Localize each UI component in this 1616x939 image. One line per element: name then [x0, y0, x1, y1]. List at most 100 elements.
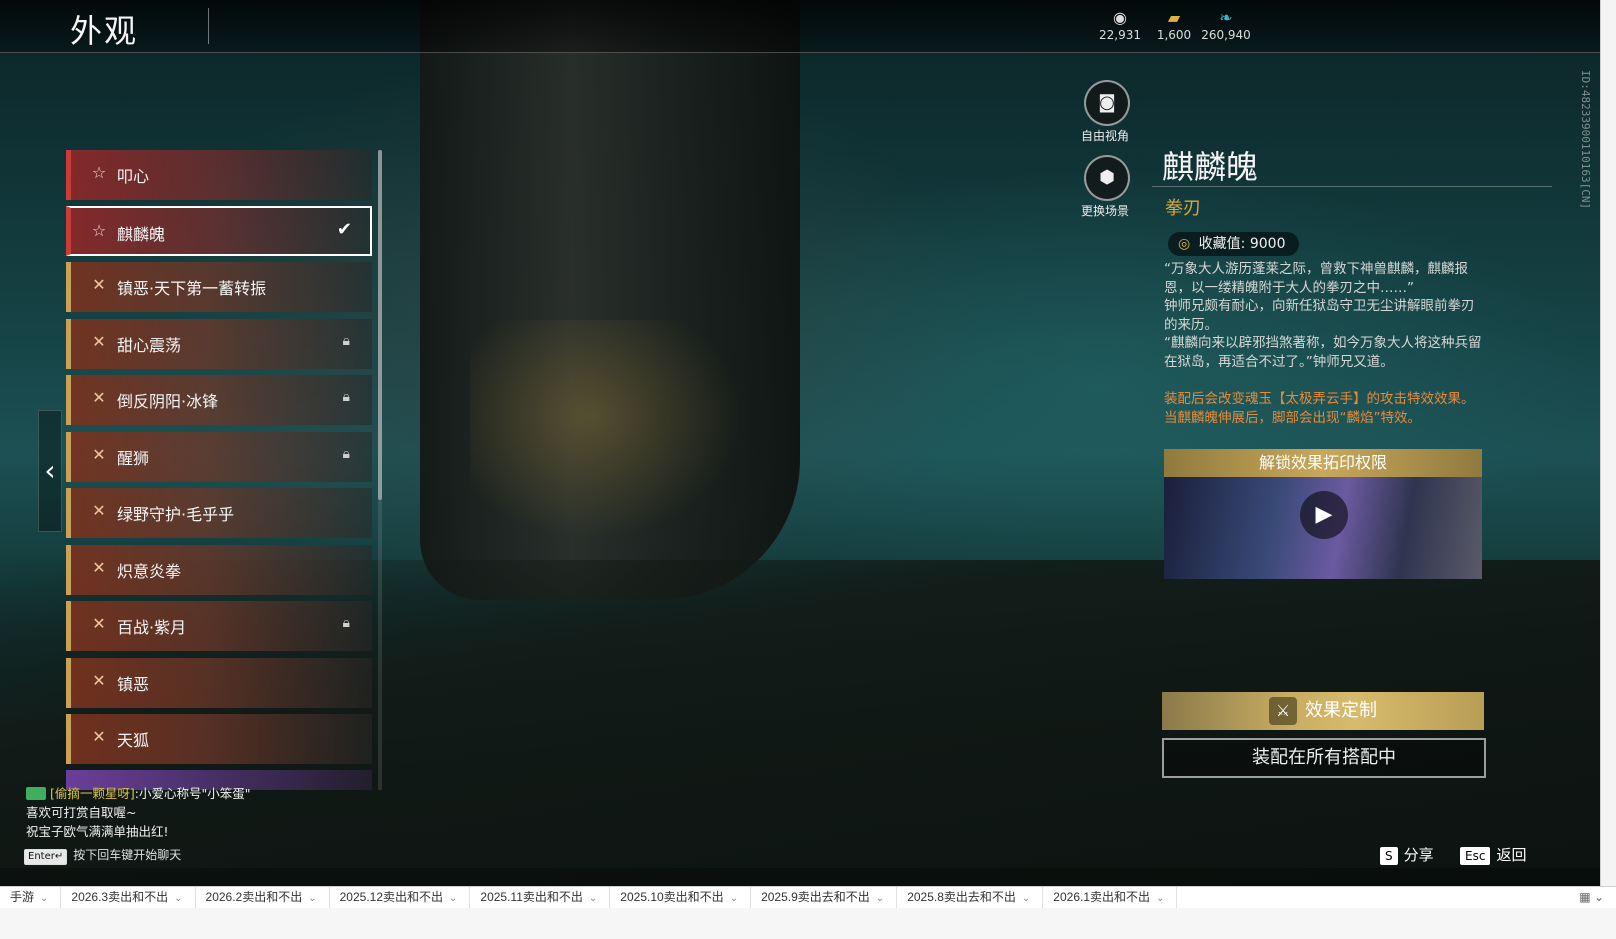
list-scrollbar-thumb[interactable]	[378, 150, 382, 500]
back-key: Esc	[1460, 847, 1491, 865]
sheet-tab-label: 2025.11卖出和不出	[480, 890, 583, 904]
list-item-label: 镇恶	[117, 675, 150, 694]
change-scene-label: 更换场景	[1080, 204, 1129, 218]
equip-all-button[interactable]: 装配在所有搭配中	[1162, 738, 1486, 778]
cross-icon: ✕	[92, 275, 106, 294]
sheet-menu-icon[interactable]: ▦ ⌄	[1579, 887, 1604, 907]
chevron-down-icon: ⌄	[449, 893, 458, 904]
currency-gold: ▰ 1,600	[1154, 8, 1194, 42]
list-item[interactable]: ✕ 镇恶	[66, 658, 372, 708]
boot-gold-trim	[470, 320, 770, 560]
sheet-tab[interactable]: 2026.2卖出和不出 ⌄	[196, 887, 330, 909]
back-hotkey[interactable]: Esc 返回	[1460, 844, 1526, 865]
enter-key-badge: Enter↵	[24, 849, 68, 865]
currency-spiral: ◉ 22,931	[1098, 8, 1142, 42]
list-item-label: 天狐	[117, 731, 150, 750]
lock-icon: 🔒︎	[342, 446, 350, 462]
sheet-tab[interactable]: 手游 ⌄	[0, 887, 62, 909]
cross-icon: ✕	[92, 558, 106, 577]
chevron-down-icon: ⌄	[1021, 893, 1031, 904]
list-item[interactable]: ✕ 炽意炎拳	[66, 545, 372, 595]
back-label: 返回	[1496, 846, 1527, 864]
list-item-label: 麒麟魄	[117, 225, 166, 244]
sheet-tab-label: 2025.9卖出去和不出	[761, 890, 870, 904]
appearance-list: ☆ 叩心 ☆ 麒麟魄 ✔ ✕ 镇恶·天下第一蓄转振 ✕ 甜心震荡 🔒︎ ✕ 倒反…	[66, 150, 382, 790]
sheet-tab-label: 2026.2卖出和不出	[205, 890, 303, 904]
cross-icon: ✕	[92, 501, 106, 520]
free-view-button[interactable]: ◙	[1084, 80, 1130, 126]
lock-icon: 🔒︎	[342, 615, 350, 631]
sheet-tab[interactable]: 2025.8卖出去和不出 ⌄	[897, 887, 1044, 909]
spreadsheet-footer	[0, 908, 1616, 939]
camera-icon: ◙	[1098, 92, 1116, 113]
share-key: S	[1380, 847, 1398, 865]
currency-spiral-value: 22,931	[1099, 28, 1141, 42]
unlock-effect-header: 解锁效果拓印权限	[1164, 449, 1482, 477]
list-item-label: 绿野守护·毛乎乎	[117, 505, 235, 524]
currency-jade-value: 260,940	[1201, 28, 1251, 42]
currency-gold-value: 1,600	[1156, 28, 1192, 42]
chat-hint-text: 按下回车键开始聊天	[73, 848, 182, 862]
collection-value: 9000	[1249, 236, 1286, 252]
chat-sender[interactable]: [偷摘一颗星呀]	[50, 786, 135, 801]
description-line: 钟师兄颇有耐心，向新任狱岛守卫无尘讲解眼前拳刃的来历。	[1164, 298, 1475, 333]
chevron-left-icon: ‹	[44, 454, 56, 487]
play-icon[interactable]: ▶	[1300, 491, 1348, 539]
chevron-down-icon: ⌄	[729, 893, 739, 904]
spreadsheet-edge	[1600, 0, 1616, 886]
effect-customize-label: 效果定制	[1305, 700, 1377, 721]
sword-icon: ⚔	[1269, 697, 1297, 725]
sheet-tab[interactable]: 2025.12卖出和不出 ⌄	[330, 887, 471, 909]
list-item[interactable]: ✕ 百战·紫月 🔒︎	[66, 601, 372, 651]
cross-icon: ✕	[92, 388, 106, 407]
cross-icon: ✕	[92, 727, 106, 746]
description-line: “麒麟向来以辟邪挡煞著称，如今万象大人将这种兵留在狱岛，再适合不过了。”钟师兄又…	[1164, 335, 1482, 370]
cube-icon: ⬢	[1099, 167, 1115, 188]
list-item[interactable]: ✕ 倒反阴阳·冰锋 🔒︎	[66, 375, 372, 425]
title-divider	[208, 8, 209, 44]
sheet-tab[interactable]: 2026.1卖出和不出 ⌄	[1043, 887, 1178, 909]
item-description: “万象大人游历蓬莱之际，曾救下神兽麒麟，麒麟报恩，以一缕精魄附于大人的拳刃之中……	[1164, 260, 1486, 371]
effect-description: 装配后会改变魂玉【太极弄云手】的攻击特效效果。 当麒麟魄伸展后，脚部会出现“麟焰…	[1164, 390, 1486, 427]
list-item[interactable]: ✕ 镇恶·天下第一蓄转振	[66, 262, 372, 312]
sheet-tab[interactable]: 2025.9卖出去和不出 ⌄	[751, 887, 898, 909]
sheet-tab-label: 2025.12卖出和不出	[339, 890, 444, 904]
item-name: 麒麟魄	[1162, 148, 1259, 186]
cross-icon: ✕	[92, 671, 106, 690]
list-item[interactable]: ✕ 绿野守护·毛乎乎	[66, 488, 372, 538]
chat-input-hint[interactable]: Enter↵ 按下回车键开始聊天	[24, 846, 181, 865]
chevron-down-icon: ⌄	[40, 893, 49, 904]
free-view-label: 自由视角	[1080, 129, 1129, 143]
list-item[interactable]: ✕ 天狐	[66, 714, 372, 764]
effect-line: 当麒麟魄伸展后，脚部会出现“麟焰”特效。	[1164, 409, 1421, 426]
sheet-tab[interactable]: 2026.3卖出和不出 ⌄	[61, 887, 196, 909]
cross-icon: ✕	[92, 614, 106, 633]
spiral-coin-icon: ◉	[1113, 8, 1127, 27]
list-item[interactable]: ✕ 醒狮 🔒︎	[66, 432, 372, 482]
checkmark-icon: ✔	[336, 219, 352, 240]
cross-icon: ✕	[92, 332, 106, 351]
list-item[interactable]: ✕ 甜心震荡 🔒︎	[66, 319, 372, 369]
list-item[interactable]: ☆ 叩心	[66, 150, 372, 200]
collapse-panel-button[interactable]: ‹	[38, 410, 62, 532]
player-id-vertical: ID:4823390011016​3[CN]	[1579, 70, 1592, 210]
share-hotkey[interactable]: S 分享	[1380, 844, 1434, 865]
chevron-down-icon: ⌄	[174, 893, 183, 904]
sheet-tab-label: 2026.3卖出和不出	[71, 890, 169, 904]
jade-feather-icon: ❧	[1219, 8, 1233, 27]
list-item-selected[interactable]: ☆ 麒麟魄 ✔	[66, 206, 372, 256]
list-item-label: 醒狮	[117, 449, 150, 468]
item-category: 拳刃	[1165, 198, 1201, 219]
chat-line: 祝宝子欧气满满单抽出红!	[26, 824, 169, 839]
chevron-down-icon: ⌄	[308, 893, 317, 904]
change-scene-button[interactable]: ⬢	[1084, 155, 1130, 201]
chevron-down-icon: ⌄	[875, 893, 885, 904]
sheet-tab[interactable]: 2025.10卖出和不出 ⌄	[610, 887, 752, 909]
chat-channel-icon	[26, 787, 46, 800]
list-item-label: 倒反阴阳·冰锋	[117, 392, 219, 411]
lock-icon: 🔒︎	[342, 389, 350, 405]
effect-customize-button[interactable]: ⚔ 效果定制	[1162, 692, 1484, 730]
effect-preview-video[interactable]: ▶	[1164, 477, 1482, 579]
sheet-tab[interactable]: 2025.11卖出和不出 ⌄	[470, 887, 611, 909]
star-icon: ☆	[91, 163, 107, 182]
